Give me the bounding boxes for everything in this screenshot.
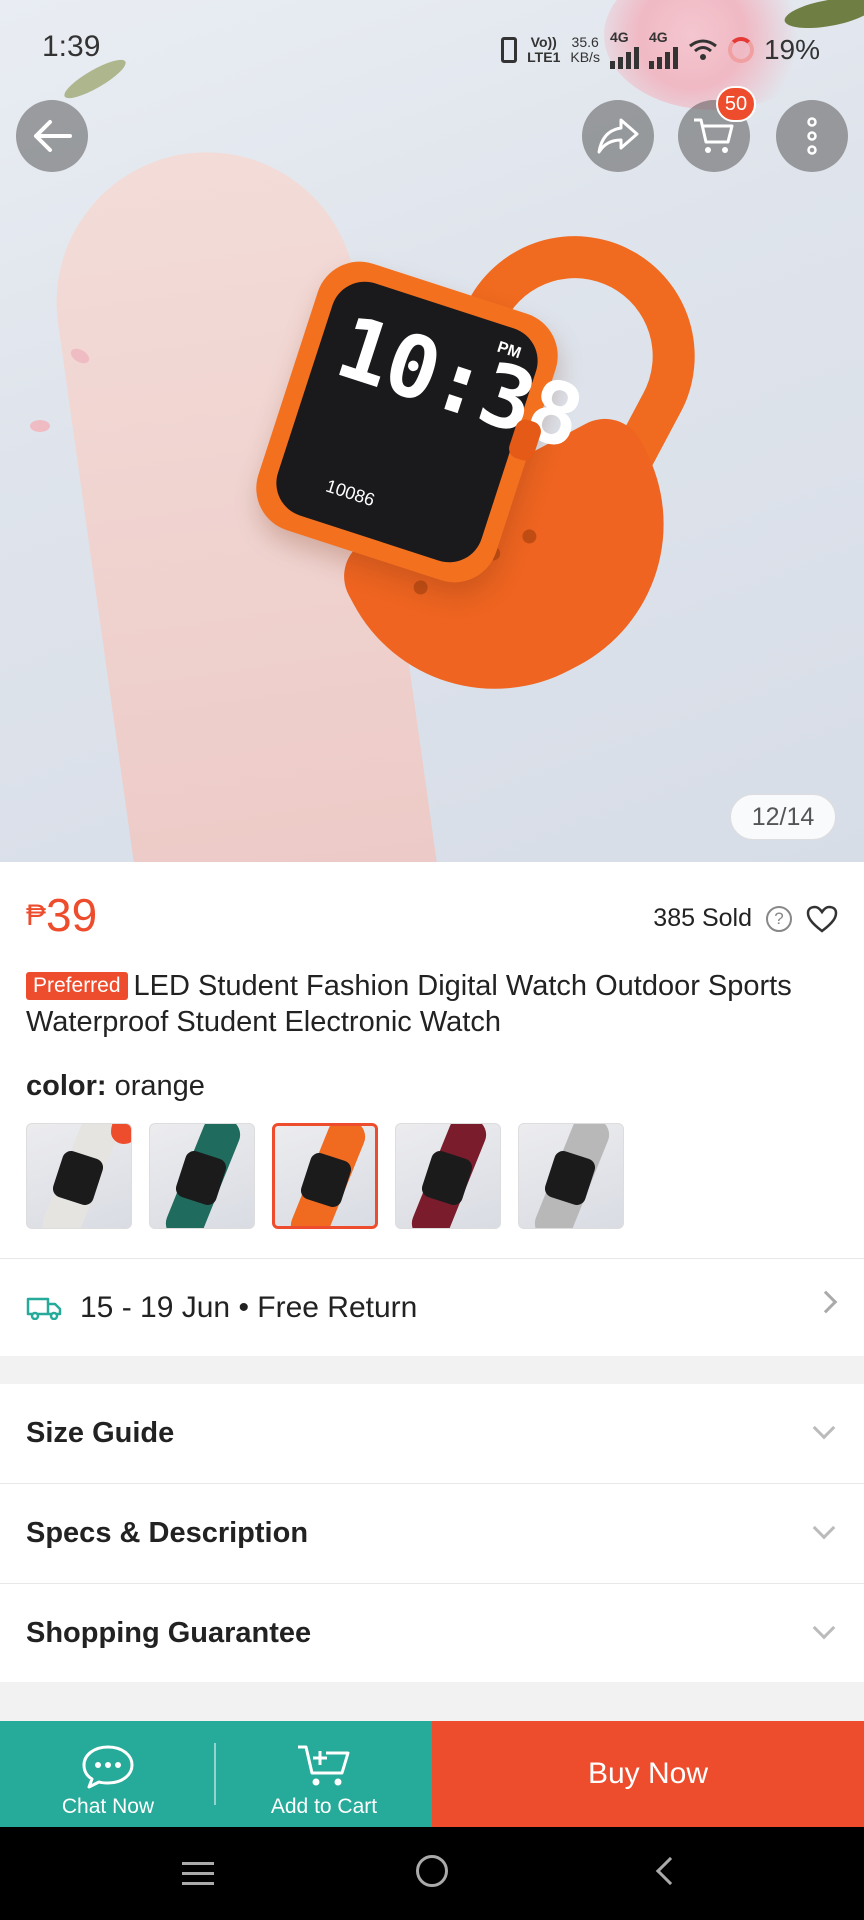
arrow-left-icon [34, 120, 72, 152]
petal-decoration [30, 420, 50, 432]
volte-indicator: Vo)) LTE1 [527, 33, 561, 65]
bottom-action-bar: Chat Now Add to Cart Buy Now [0, 1721, 864, 1827]
more-vertical-icon [807, 117, 817, 155]
add-to-cart-label: Add to Cart [270, 1795, 378, 1818]
battery-icon [727, 36, 754, 63]
share-button[interactable] [582, 100, 654, 172]
delivery-text: 15 - 19 Jun • Free Return [80, 1291, 418, 1324]
currency-symbol: ₱ [26, 899, 47, 932]
back-button[interactable] [16, 100, 88, 172]
net-label: 4G [609, 29, 629, 45]
truck-icon [26, 1297, 62, 1320]
network-speed: 35.6 KB/s [570, 33, 600, 65]
wifi-icon [689, 39, 717, 60]
net-label: 4G [648, 29, 668, 45]
status-icons: Vo)) LTE1 35.6 KB/s 4G 4G 19% [501, 30, 820, 69]
speed-unit: KB/s [570, 48, 600, 65]
delivery-row[interactable]: 15 - 19 Jun • Free Return [0, 1260, 864, 1356]
chevron-down-icon [812, 1616, 836, 1640]
vibrate-icon [501, 36, 518, 63]
size-guide-label: Size Guide [26, 1416, 175, 1449]
back-nav-icon[interactable] [655, 1856, 685, 1886]
heart-icon[interactable] [806, 905, 838, 933]
image-counter: 12/14 [730, 794, 836, 840]
swatch-green[interactable] [149, 1123, 255, 1229]
swatch-orange[interactable] [272, 1123, 378, 1229]
chat-icon [82, 1745, 134, 1789]
system-nav-bar [0, 1827, 864, 1920]
signal-icon: 4G [609, 29, 639, 69]
color-swatches [26, 1123, 624, 1229]
specs-label: Specs & Description [26, 1516, 309, 1549]
more-button[interactable] [776, 100, 848, 172]
buy-now-button[interactable]: Buy Now [432, 1721, 864, 1827]
product-title: Preferred LED Student Fashion Digital Wat… [26, 968, 838, 1040]
size-guide-row[interactable]: Size Guide [0, 1384, 864, 1482]
guarantee-label: Shopping Guarantee [26, 1616, 312, 1649]
help-icon[interactable]: ? [766, 905, 792, 932]
battery-level: 19% [763, 33, 820, 65]
preferred-badge: Preferred [26, 972, 128, 1000]
chat-now-button[interactable]: Chat Now [0, 1721, 216, 1827]
speed-value: 35.6 [571, 33, 599, 50]
swatch-white[interactable] [26, 1123, 132, 1229]
lte-label: LTE1 [527, 48, 561, 65]
add-cart-icon [298, 1745, 350, 1786]
cart-count-badge: 50 [716, 86, 756, 122]
status-bar: 1:39 Vo)) LTE1 35.6 KB/s 4G 4G 19% [0, 0, 864, 96]
sold-count: 385 Sold [653, 904, 752, 932]
variation-label: color: orange [26, 1070, 205, 1103]
variation-key: color: [26, 1070, 107, 1102]
sold-info: 385 Sold ? [653, 904, 838, 933]
divider [0, 1258, 864, 1259]
share-icon [597, 118, 639, 154]
chevron-down-icon [812, 1516, 836, 1540]
specs-row[interactable]: Specs & Description [0, 1484, 864, 1582]
cart-button[interactable]: 50 [678, 86, 756, 172]
variation-selected: orange [114, 1070, 205, 1102]
menu-icon[interactable] [182, 1862, 214, 1892]
product-price: ₱39 [26, 888, 97, 942]
swatch-grey[interactable] [518, 1123, 624, 1229]
add-to-cart-button[interactable]: Add to Cart [216, 1721, 432, 1827]
chevron-down-icon [812, 1416, 836, 1440]
home-icon[interactable] [416, 1855, 448, 1887]
chat-now-label: Chat Now [61, 1795, 155, 1818]
price-value: 39 [46, 889, 98, 941]
watch-steps: 10086 [323, 475, 378, 511]
status-time: 1:39 [42, 30, 101, 63]
section-gap [0, 1682, 864, 1721]
swatch-wine[interactable] [395, 1123, 501, 1229]
section-gap [0, 1356, 864, 1384]
chevron-right-icon [814, 1290, 838, 1314]
signal-icon: 4G [648, 29, 678, 69]
guarantee-row[interactable]: Shopping Guarantee [0, 1584, 864, 1682]
cart-icon [694, 118, 734, 153]
volte-label: Vo)) [530, 33, 557, 50]
product-title-text: LED Student Fashion Digital Watch Outdoo… [26, 970, 792, 1038]
